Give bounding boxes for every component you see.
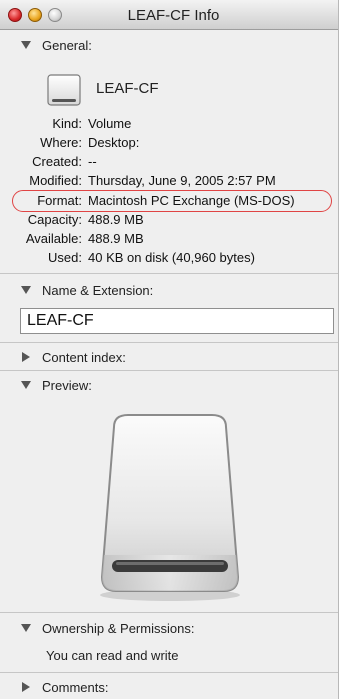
info-value: 488.9 MB: [88, 231, 144, 246]
divider: [0, 273, 338, 274]
disclosure-right-icon[interactable]: [20, 681, 32, 693]
info-key: Capacity:: [27, 212, 82, 227]
section-name-extension-label: Name & Extension:: [42, 282, 154, 298]
info-value: Volume: [88, 116, 132, 131]
section-preview[interactable]: Preview:: [0, 374, 338, 396]
format-highlight-oval: [12, 190, 332, 212]
info-key: Modified:: [29, 173, 82, 188]
permissions-summary: You can read and write: [46, 648, 179, 663]
info-key: Created:: [32, 154, 82, 169]
window-title: LEAF-CF Info: [127, 7, 220, 24]
external-drive-icon: [47, 74, 81, 106]
disclosure-right-icon[interactable]: [20, 351, 32, 363]
divider: [0, 612, 338, 613]
info-value: --: [88, 154, 97, 169]
info-window: LEAF-CF Info General: LEAF-CF Kind: Volu…: [0, 0, 339, 699]
section-name-extension[interactable]: Name & Extension:: [0, 279, 338, 301]
section-general-label: General:: [42, 37, 92, 53]
section-content-index-label: Content index:: [42, 349, 126, 365]
name-field[interactable]: [20, 308, 334, 334]
info-value: 40 KB on disk (40,960 bytes): [88, 250, 255, 265]
divider: [0, 370, 338, 371]
section-content-index[interactable]: Content index:: [0, 346, 338, 368]
section-comments[interactable]: Comments:: [0, 676, 338, 698]
volume-name: LEAF-CF: [96, 80, 159, 97]
info-key: Available:: [25, 231, 82, 246]
divider: [0, 672, 338, 673]
divider: [0, 342, 338, 343]
zoom-icon[interactable]: [48, 8, 62, 22]
section-ownership-label: Ownership & Permissions:: [42, 620, 195, 636]
disclosure-down-icon[interactable]: [20, 622, 32, 634]
info-value: Desktop:: [88, 135, 140, 150]
section-general[interactable]: General:: [0, 34, 338, 56]
disclosure-down-icon[interactable]: [20, 379, 32, 391]
info-key: Kind:: [52, 116, 82, 131]
section-comments-label: Comments:: [42, 679, 109, 695]
drive-preview-image: [100, 414, 240, 601]
minimize-icon[interactable]: [28, 8, 42, 22]
disclosure-down-icon[interactable]: [20, 39, 32, 51]
info-value: Thursday, June 9, 2005 2:57 PM: [88, 173, 276, 188]
info-key: Used:: [48, 250, 82, 265]
info-key: Where:: [40, 135, 82, 150]
info-value: 488.9 MB: [88, 212, 144, 227]
section-preview-label: Preview:: [42, 377, 92, 393]
section-ownership[interactable]: Ownership & Permissions:: [0, 617, 338, 639]
disclosure-down-icon[interactable]: [20, 284, 32, 296]
close-icon[interactable]: [8, 8, 22, 22]
title-bar[interactable]: LEAF-CF Info: [0, 0, 338, 30]
